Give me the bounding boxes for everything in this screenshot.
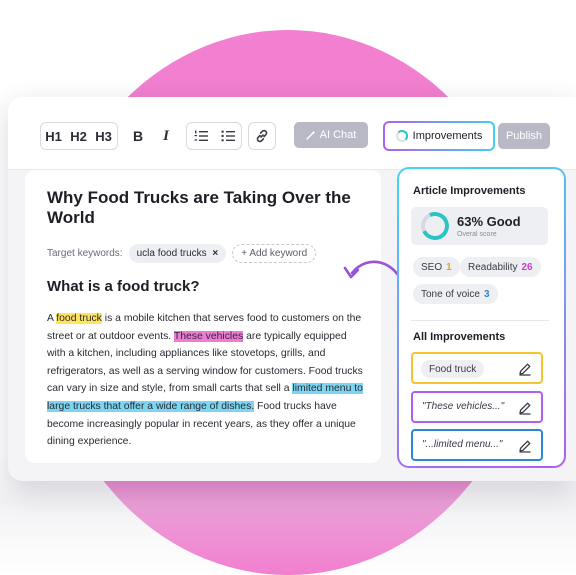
ordered-list-icon	[194, 130, 208, 141]
article-paragraph[interactable]: A food truck is a mobile kitchen that se…	[47, 310, 365, 451]
score-box: 63% Good Overal score	[411, 207, 548, 245]
progress-ring-icon	[395, 130, 408, 142]
metric-tone-of-voice[interactable]: Tone of voice 3	[413, 284, 498, 304]
improvement-card[interactable]: "These vehicles..."	[411, 391, 543, 423]
h3-button[interactable]: H3	[91, 123, 116, 149]
all-improvements-title: All Improvements	[413, 331, 506, 343]
improvements-label: Improvements	[412, 130, 483, 142]
metric-value: 1	[446, 261, 452, 273]
ai-chat-button[interactable]: AI Chat	[294, 122, 368, 148]
toolbar: H1 H2 H3 B I AI Chat Improvements Publis…	[8, 97, 576, 170]
heading-group: H1 H2 H3	[40, 122, 118, 150]
highlight-these-vehicles[interactable]: These vehicles	[173, 330, 244, 342]
metric-label: Readability	[468, 261, 518, 273]
ordered-list-button[interactable]	[187, 123, 214, 149]
score-label: Overal score	[457, 231, 497, 238]
metric-label: SEO	[421, 261, 443, 273]
bullet-list-icon	[220, 130, 235, 142]
metric-label: Tone of voice	[421, 288, 480, 300]
add-keyword-button[interactable]: + Add keyword	[232, 243, 317, 263]
ai-chat-label: AI Chat	[319, 129, 357, 141]
h1-button[interactable]: H1	[41, 123, 66, 149]
divider	[411, 320, 549, 321]
magic-wand-icon	[305, 130, 316, 140]
pencil-icon[interactable]	[518, 362, 532, 376]
h2-button[interactable]: H2	[66, 123, 91, 149]
link-button[interactable]	[248, 122, 276, 150]
bullet-list-button[interactable]	[214, 123, 241, 149]
improvements-panel: Article Improvements 63% Good Overal sco…	[397, 167, 566, 468]
editor-window: H1 H2 H3 B I AI Chat Improvements Publis…	[8, 97, 576, 481]
section-heading: What is a food truck?	[47, 278, 200, 295]
link-icon	[256, 129, 268, 143]
metric-value: 26	[521, 261, 533, 273]
editor-panel: Why Food Trucks are Taking Over the Worl…	[25, 170, 381, 463]
publish-button[interactable]: Publish	[498, 123, 550, 149]
improvements-button[interactable]: Improvements	[383, 121, 495, 151]
improvement-card[interactable]: "...limited menu..."	[411, 429, 543, 461]
score-ring-icon	[417, 208, 453, 244]
improvement-chip: Food truck	[421, 360, 485, 378]
highlight-food-truck[interactable]: food truck	[56, 313, 102, 324]
article-improvements-title: Article Improvements	[413, 185, 526, 197]
improvement-text: "These vehicles..."	[422, 401, 505, 412]
keyword-row: Target keywords: ucla food trucks × + Ad…	[47, 242, 317, 264]
target-keywords-label: Target keywords:	[47, 247, 123, 259]
bold-button[interactable]: B	[128, 123, 148, 149]
text-run: A	[47, 313, 57, 324]
pencil-icon[interactable]	[518, 401, 532, 415]
document-title[interactable]: Why Food Trucks are Taking Over the Worl…	[47, 188, 367, 228]
pencil-icon[interactable]	[518, 439, 532, 453]
list-group	[186, 122, 242, 150]
keyword-chip-label: ucla food trucks	[136, 247, 207, 259]
italic-button[interactable]: I	[156, 123, 176, 149]
improvement-text: "...limited menu..."	[422, 439, 503, 450]
close-icon[interactable]: ×	[212, 248, 218, 259]
improvement-card[interactable]: Food truck	[411, 352, 543, 384]
metric-seo[interactable]: SEO 1	[413, 257, 460, 277]
keyword-chip[interactable]: ucla food trucks ×	[128, 243, 227, 263]
score-value: 63% Good	[457, 214, 521, 229]
metric-value: 3	[483, 288, 490, 300]
metric-readability[interactable]: Readability 26	[460, 257, 541, 277]
